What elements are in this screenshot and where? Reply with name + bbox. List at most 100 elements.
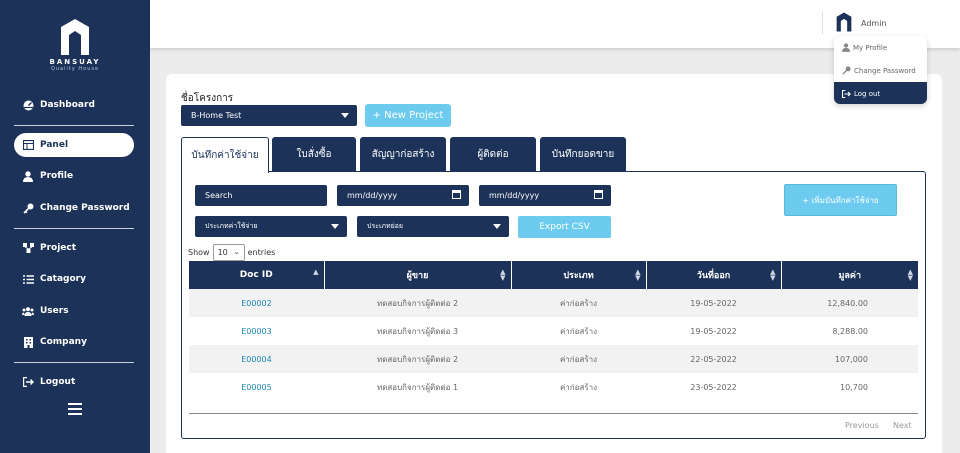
sidebar-item-label: Dashboard <box>40 100 95 110</box>
expense-type-value: ประเภทค่าใช้จ่าย <box>205 222 258 230</box>
header-divider <box>822 12 823 34</box>
column-header-vendor[interactable]: ผู้ขาย ▲ ▼ <box>324 261 512 289</box>
sidebar-item-project[interactable]: Project <box>14 236 134 260</box>
amount-cell: 107,000 <box>781 345 918 373</box>
sort-icon: ▲ ▼ <box>770 268 776 282</box>
sidebar-item-label: Logout <box>40 377 76 387</box>
date-cell: 19-05-2022 <box>646 289 781 317</box>
tab-expenses[interactable]: บันทึกค่าใช้จ่าย <box>181 137 269 173</box>
user-name[interactable]: Admin <box>861 19 887 28</box>
page-size-select[interactable]: 10 ⌄ <box>212 244 245 261</box>
amount-cell: 10,700 <box>840 382 868 392</box>
sidebar-divider <box>14 228 134 229</box>
doc-id-link[interactable]: E00002 <box>189 289 324 317</box>
user-icon <box>842 43 850 52</box>
project-select-value: B-Home Test <box>191 111 242 120</box>
sidebar-item-panel[interactable]: Panel <box>14 133 134 157</box>
menu-item-change-password[interactable]: Change Password <box>834 59 927 82</box>
sort-icon: ▲ ▼ <box>635 268 641 282</box>
menu-item-label: My Profile <box>853 43 888 52</box>
date-to-value: mm/dd/yyyy <box>489 191 540 200</box>
new-project-button[interactable]: + New Project <box>365 104 451 127</box>
date-from-value: mm/dd/yyyy <box>347 191 398 200</box>
type-cell: ค่าก่อสร้าง <box>511 289 646 317</box>
expenses-table: Doc ID ▲ ผู้ขาย ▲ ▼ ประเภท ▲ ▼ วันที่ออก ▲ ▼ มู… <box>189 261 918 401</box>
search-input[interactable]: Search <box>195 185 327 206</box>
calendar-icon[interactable] <box>594 190 603 199</box>
column-header-doc-id[interactable]: Doc ID ▲ <box>189 261 325 289</box>
column-header-issue-date[interactable]: วันที่ออก ▲ ▼ <box>646 261 782 289</box>
doc-id-link[interactable]: E00005 <box>189 373 324 401</box>
table-header-row: Doc ID ▲ ผู้ขาย ▲ ▼ ประเภท ▲ ▼ วันที่ออก ▲ ▼ มู… <box>189 261 918 289</box>
table-row[interactable]: E00004 ทดสอบกิจการผู้ติดต่อ 2 ค่าก่อสร้า… <box>189 345 918 373</box>
doc-id-link[interactable]: E00004 <box>189 345 324 373</box>
column-header-type[interactable]: ประเภท ▲ ▼ <box>511 261 647 289</box>
date-from-input[interactable]: mm/dd/yyyy <box>337 185 469 206</box>
key-icon <box>842 66 851 75</box>
type-cell: ค่าก่อสร้าง <box>511 345 646 373</box>
date-cell: 19-05-2022 <box>690 326 737 336</box>
menu-item-label: Log out <box>854 89 881 98</box>
sidebar-item-dashboard[interactable]: Dashboard <box>14 93 134 117</box>
chevron-down-icon: ⌄ <box>233 248 240 256</box>
show-label: Show <box>188 248 210 257</box>
sidebar-item-profile[interactable]: Profile <box>14 164 134 188</box>
tab-sales-records[interactable]: บันทึกยอดขาย <box>540 137 626 172</box>
table-row[interactable]: E00005 ทดสอบกิจการผู้ติดต่อ 1 ค่าก่อสร้า… <box>189 373 918 401</box>
amount-cell: 8,288.00 <box>832 326 868 336</box>
add-expense-button[interactable]: + เพิ่มบันทึกค่าใช้จ่าย <box>784 184 897 216</box>
table-row[interactable]: E00002 ทดสอบกิจการผู้ติดต่อ 2 ค่าก่อสร้า… <box>189 289 918 317</box>
panel-icon <box>22 140 34 150</box>
amount-cell: 12,840.00 <box>781 289 918 317</box>
expense-type-select[interactable]: ประเภทค่าใช้จ่าย <box>195 216 347 237</box>
previous-page-button[interactable]: Previous <box>845 421 879 430</box>
vendor-cell: ทดสอบกิจการผู้ติดต่อ 1 <box>376 382 459 392</box>
header-logo-icon <box>836 12 852 35</box>
dashboard-icon <box>22 100 34 111</box>
sort-asc-icon: ▲ <box>313 268 319 276</box>
entries-label: entries <box>247 248 276 257</box>
logout-icon <box>22 377 34 387</box>
sidebar-item-company[interactable]: Company <box>14 330 134 354</box>
tab-construction-contracts[interactable]: สัญญาก่อสร้าง <box>360 137 446 172</box>
caret-down-icon <box>331 224 339 229</box>
user-menu: My Profile Change Password Log out <box>834 36 927 104</box>
column-header-amount[interactable]: มูลค่า ▲ ▼ <box>781 261 918 289</box>
sidebar-item-catagory[interactable]: Catagory <box>14 267 134 291</box>
sidebar-item-label: Users <box>40 306 69 316</box>
sidebar-item-label: Panel <box>40 140 69 150</box>
sidebar: BANSUAY Quality House Dashboard Panel Pr… <box>0 0 150 453</box>
menu-item-log-out[interactable]: Log out <box>834 82 927 104</box>
date-to-input[interactable]: mm/dd/yyyy <box>479 185 611 206</box>
table-bottom-border <box>189 413 918 414</box>
sidebar-item-change-password[interactable]: Change Password <box>14 196 134 220</box>
brand-name: BANSUAY <box>49 58 101 66</box>
sidebar-item-label: Catagory <box>40 274 86 284</box>
column-header-label: มูลค่า <box>838 271 862 281</box>
calendar-icon[interactable] <box>452 190 461 199</box>
sidebar-item-label: Company <box>40 337 87 347</box>
brand-logo[interactable]: BANSUAY Quality House <box>0 18 150 72</box>
sort-icon: ▲ ▼ <box>907 268 913 282</box>
vendor-cell: ทดสอบกิจการผู้ติดต่อ 2 <box>324 345 511 373</box>
sub-type-select[interactable]: ประเภทย่อย <box>357 216 509 237</box>
project-icon <box>22 243 34 253</box>
sidebar-item-logout[interactable]: Logout <box>14 370 134 394</box>
project-label: ชื่อโครงการ <box>181 93 234 104</box>
doc-id-link[interactable]: E00003 <box>189 317 324 345</box>
caret-down-icon <box>493 224 501 229</box>
type-cell: ค่าก่อสร้าง <box>559 382 598 392</box>
vendor-cell: ทดสอบกิจการผู้ติดต่อ 3 <box>376 326 459 336</box>
sidebar-divider <box>14 362 134 363</box>
sub-type-value: ประเภทย่อย <box>367 222 403 230</box>
menu-toggle-icon[interactable] <box>68 403 82 418</box>
tab-purchase-orders[interactable]: ใบสั่งซื้อ <box>272 137 356 172</box>
export-csv-button[interactable]: Export CSV <box>518 216 611 238</box>
sidebar-item-users[interactable]: Users <box>14 299 134 323</box>
menu-item-my-profile[interactable]: My Profile <box>834 36 927 59</box>
tab-contacts[interactable]: ผู้ติดต่อ <box>450 137 536 172</box>
table-row[interactable]: E00003 ทดสอบกิจการผู้ติดต่อ 3 ค่าก่อสร้า… <box>189 317 918 345</box>
project-select[interactable]: B-Home Test <box>181 105 357 126</box>
next-page-button[interactable]: Next <box>893 421 912 430</box>
vendor-cell: ทดสอบกิจการผู้ติดต่อ 2 <box>324 289 511 317</box>
